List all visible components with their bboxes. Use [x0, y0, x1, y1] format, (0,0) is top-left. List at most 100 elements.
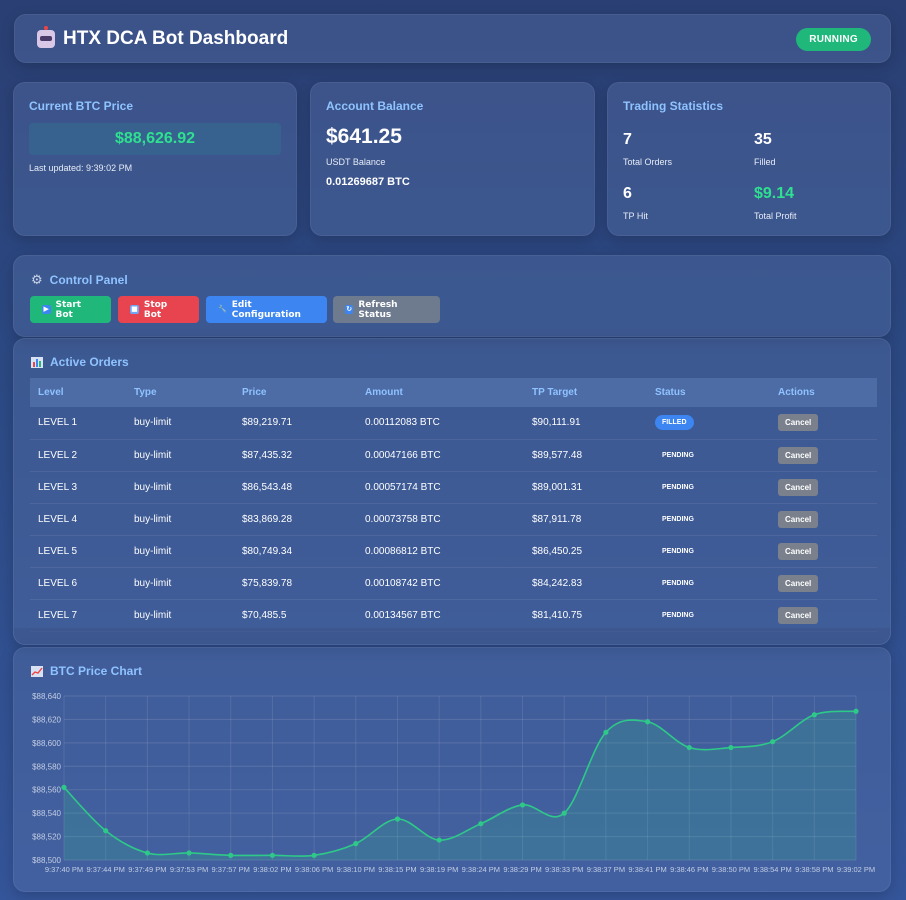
x-tick-label: 9:38:33 PM: [545, 865, 583, 874]
price-data-point: [853, 708, 859, 714]
cell-price: $87,435.32: [234, 439, 357, 472]
status-badge-pending: PENDING: [662, 579, 694, 587]
status-badge-pending: PENDING: [662, 547, 694, 555]
price-data-point: [394, 816, 401, 822]
x-tick-label: 9:38:58 PM: [795, 865, 833, 874]
cell-amount: 0.00086812 BTC: [357, 535, 524, 568]
cell-amount: 0.00134567 BTC: [357, 599, 524, 632]
cancel-order-button[interactable]: Cancel: [778, 510, 819, 528]
y-tick-label: $88,620: [32, 715, 61, 724]
refresh-status-label: Refresh Status: [358, 299, 398, 320]
orders-table: Level Type Price Amount TP Target Status…: [30, 378, 877, 632]
stat-total-orders-label: Total Orders: [623, 157, 673, 167]
cell-price: $86,543.48: [234, 471, 357, 504]
cell-type: buy-limit: [126, 535, 234, 568]
price-data-point: [561, 810, 567, 816]
cell-actions: Cancel: [770, 567, 877, 600]
edit-configuration-button[interactable]: 🔧 Edit Configuration: [206, 296, 327, 323]
x-tick-label: 9:37:44 PM: [87, 865, 125, 874]
cancel-order-button[interactable]: Cancel: [778, 446, 819, 464]
price-data-point: [61, 784, 67, 790]
x-tick-label: 9:37:49 PM: [128, 865, 166, 874]
table-row: LEVEL 1 buy-limit $89,219.71 0.00112083 …: [30, 407, 877, 440]
column-header: Price: [242, 387, 267, 398]
stat-total-profit: $9.14 Total Profit: [754, 185, 797, 221]
cancel-order-button[interactable]: Cancel: [778, 414, 819, 432]
cell-price: $83,869.28: [234, 503, 357, 536]
refresh-status-button[interactable]: ↻ Refresh Status: [333, 296, 440, 323]
edit-configuration-label: Edit Configuration: [231, 299, 301, 320]
cell-actions: Cancel: [770, 471, 877, 504]
column-header: Type: [134, 387, 157, 398]
control-panel-title-text: Control Panel: [49, 273, 128, 287]
cell-type: buy-limit: [126, 567, 234, 600]
cell-actions: Cancel: [770, 599, 877, 632]
cell-price: $70,485.5: [234, 599, 357, 632]
cell-amount: 0.00057174 BTC: [357, 471, 524, 504]
price-data-point: [728, 744, 734, 751]
stat-total-profit-value: $9.14: [754, 185, 795, 202]
x-tick-label: 9:38:29 PM: [503, 865, 541, 874]
stat-filled: 35 Filled: [754, 131, 776, 167]
stat-filled-label: Filled: [754, 157, 776, 167]
cancel-order-button[interactable]: Cancel: [778, 574, 819, 592]
x-tick-label: 9:38:02 PM: [253, 865, 291, 874]
y-tick-label: $88,560: [32, 786, 61, 795]
price-data-point: [478, 821, 484, 827]
column-header: Amount: [365, 387, 403, 398]
cancel-order-button[interactable]: Cancel: [778, 606, 819, 624]
x-tick-label: 9:38:50 PM: [712, 865, 750, 874]
usdt-balance-value: $641.25: [326, 125, 402, 148]
table-row: LEVEL 7 buy-limit $70,485.5 0.00134567 B…: [30, 599, 877, 632]
orders-table-body: LEVEL 1 buy-limit $89,219.71 0.00112083 …: [30, 407, 877, 632]
btc-price-card: Current BTC Price $88,626.92 Last update…: [13, 82, 297, 236]
cell-amount: 0.00073758 BTC: [357, 503, 524, 536]
cell-level: LEVEL 6: [30, 567, 126, 600]
cancel-order-button[interactable]: Cancel: [778, 478, 819, 496]
active-orders-title-text: Active Orders: [50, 355, 129, 369]
cell-actions: Cancel: [770, 535, 877, 568]
table-row: LEVEL 5 buy-limit $80,749.34 0.00086812 …: [30, 535, 877, 568]
price-data-point: [811, 712, 817, 718]
cell-level: LEVEL 5: [30, 535, 126, 568]
cell-actions: Cancel: [770, 407, 877, 440]
cell-type: buy-limit: [126, 407, 234, 440]
x-tick-label: 9:38:46 PM: [670, 865, 708, 874]
cell-amount: 0.00047166 BTC: [357, 439, 524, 472]
cell-status: PENDING: [647, 599, 770, 632]
status-badge-pending: PENDING: [662, 515, 694, 523]
cell-tp-target: $87,911.78: [524, 503, 647, 536]
wrench-icon: 🔧: [218, 305, 227, 313]
control-panel-title: ⚙ Control Panel: [31, 272, 128, 288]
dashboard-header: HTX DCA Bot Dashboard RUNNING: [14, 14, 891, 63]
cell-status: PENDING: [647, 439, 770, 472]
x-tick-label: 9:37:40 PM: [45, 865, 83, 874]
x-tick-label: 9:38:06 PM: [295, 865, 333, 874]
stat-total-orders-value: 7: [623, 131, 632, 148]
x-tick-label: 9:38:19 PM: [420, 865, 458, 874]
cell-level: LEVEL 4: [30, 503, 126, 536]
cell-level: LEVEL 1: [30, 407, 126, 440]
stat-tp-hit: 6 TP Hit: [623, 185, 648, 221]
cell-status: PENDING: [647, 471, 770, 504]
price-data-point: [519, 802, 526, 808]
active-orders-card: Active Orders Level Type Price Amount TP…: [13, 338, 891, 645]
cancel-order-button[interactable]: Cancel: [778, 542, 819, 560]
stat-tp-hit-label: TP Hit: [623, 211, 648, 221]
cell-tp-target: $89,577.48: [524, 439, 647, 472]
y-tick-label: $88,520: [32, 833, 61, 842]
stats-card-title: Trading Statistics: [623, 99, 724, 113]
stop-bot-button[interactable]: ■ Stop Bot: [118, 296, 199, 323]
y-tick-label: $88,540: [32, 809, 61, 818]
start-bot-button[interactable]: ▶ Start Bot: [30, 296, 111, 323]
x-tick-label: 9:38:15 PM: [378, 865, 416, 874]
cell-tp-target: $84,242.83: [524, 567, 647, 600]
account-balance-card: Account Balance $641.25 USDT Balance 0.0…: [310, 82, 595, 236]
cell-tp-target: $90,111.91: [524, 407, 647, 440]
bar-chart-icon: [31, 356, 43, 368]
stop-bot-label: Stop Bot: [143, 299, 168, 320]
orders-scroll-fade: [14, 628, 890, 644]
cell-price: $75,839.78: [234, 567, 357, 600]
stat-total-profit-label: Total Profit: [754, 211, 797, 221]
price-data-point: [186, 850, 192, 856]
